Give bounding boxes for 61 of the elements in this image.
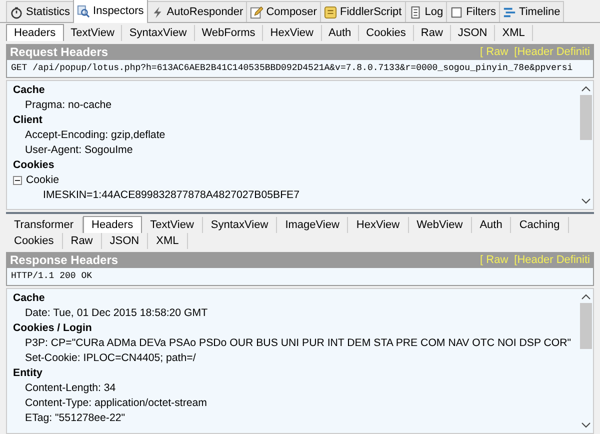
view-tab[interactable]: JSON <box>450 25 496 41</box>
checkbox-icon <box>450 6 464 18</box>
view-tab[interactable]: XML <box>495 25 533 41</box>
view-tab[interactable]: Auth <box>322 25 360 41</box>
header-value: Content-Length: 34 <box>24 381 116 396</box>
view-tab[interactable]: Cookies <box>359 25 414 41</box>
section-heading: Client <box>13 113 44 128</box>
stopwatch-icon <box>10 6 23 18</box>
inspector-tab[interactable]: Inspectors <box>73 0 148 23</box>
section-heading: Cookies / Login <box>13 321 93 336</box>
script-icon <box>324 6 337 18</box>
view-tab[interactable]: JSON <box>102 233 148 249</box>
collapse-icon[interactable] <box>13 176 22 185</box>
view-tab[interactable]: XML <box>148 233 188 249</box>
inspector-tab[interactable]: Composer <box>246 1 321 22</box>
section-heading: Cookies <box>13 158 56 173</box>
section-heading: Entity <box>13 366 44 381</box>
view-tab[interactable]: Auth <box>472 217 512 233</box>
header-value: User-Agent: SogouIme <box>24 143 133 158</box>
inspector-tab[interactable]: Timeline <box>499 1 564 22</box>
header-value: Accept-Encoding: gzip,deflate <box>24 128 166 143</box>
inspector-tab[interactable]: Statistics <box>6 1 74 22</box>
view-tab[interactable]: Headers <box>82 216 142 233</box>
section-heading: Cache <box>13 83 46 98</box>
header-value: Set-Cookie: IPLOC=CN4405; path=/ <box>24 351 196 366</box>
header-value: Content-Type: application/octet-stream <box>24 396 207 411</box>
view-tab[interactable]: TextView <box>64 25 122 41</box>
scroll-down-icon[interactable] <box>581 198 591 204</box>
view-tab[interactable]: Caching <box>511 217 569 233</box>
magnifier-icon <box>77 4 90 18</box>
view-tab[interactable]: TextView <box>142 217 203 233</box>
view-tab[interactable]: SyntaxView <box>122 25 195 41</box>
scroll-up-icon[interactable] <box>581 86 591 92</box>
view-tab[interactable]: Headers <box>6 24 64 41</box>
timeline-icon <box>503 6 516 18</box>
view-tab[interactable]: WebView <box>408 217 472 233</box>
header-value: P3P: CP="CURa ADMa DEVa PSAo PSDo OUR BUS UNI PUR INT DEM STA PRE COM NAV OTC NOI DSP COR" <box>24 336 572 351</box>
view-tab[interactable]: Cookies <box>6 233 63 249</box>
pencil-icon <box>250 6 264 18</box>
view-tab[interactable]: Raw <box>414 25 451 41</box>
view-tab[interactable]: WebForms <box>194 25 264 41</box>
view-tab[interactable]: Raw <box>62 233 102 249</box>
header-value: ETag: "551278ee-22" <box>24 411 125 426</box>
view-tab[interactable]: SyntaxView <box>202 217 278 233</box>
panel-title: Request Headers <box>10 44 108 58</box>
scroll-down-icon[interactable] <box>581 422 591 428</box>
inspector-tab[interactable]: Filters <box>446 1 500 22</box>
tree-node[interactable]: Cookie <box>26 173 59 188</box>
section-heading: Cache <box>13 291 46 306</box>
inspector-tab[interactable]: Log <box>404 1 448 22</box>
document-icon <box>408 6 422 18</box>
header-value: Pragma: no-cache <box>24 98 112 113</box>
panel-title: Response Headers <box>10 252 118 266</box>
view-tab[interactable]: HexView <box>263 25 322 41</box>
scroll-up-icon[interactable] <box>581 294 591 300</box>
inspector-tab[interactable]: AutoResponder <box>146 1 248 22</box>
view-tab[interactable]: HexView <box>348 217 409 233</box>
header-value: IMESKIN=1:44ACE899832877878A4827027B05BFE7 <box>42 188 300 203</box>
header-value: Date: Tue, 01 Dec 2015 18:58:20 GMT <box>24 306 208 321</box>
view-tab[interactable]: ImageView <box>277 217 348 233</box>
inspector-tab[interactable]: FiddlerScript <box>320 1 406 22</box>
